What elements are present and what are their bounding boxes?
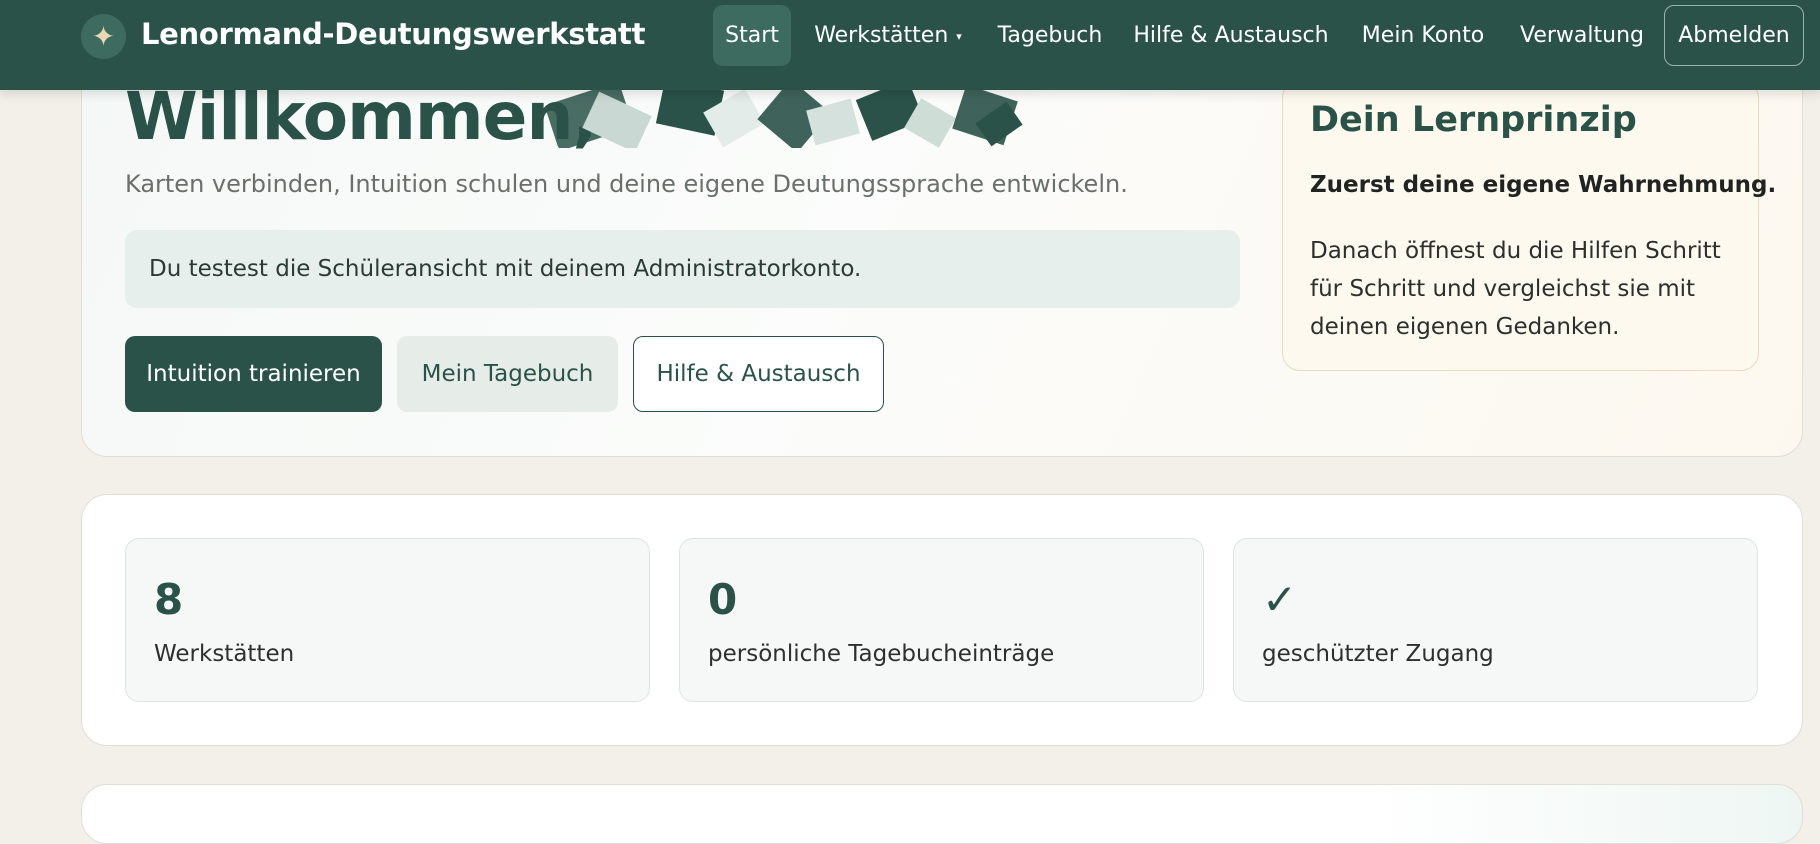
- nav-help-label: Hilfe & Austausch: [1133, 23, 1329, 48]
- learning-principle-lead: Zuerst deine eigene Wahrnehmung.: [1310, 172, 1777, 198]
- stat-protected-access-label: geschützter Zugang: [1262, 641, 1494, 667]
- logout-label: Abmelden: [1678, 23, 1790, 48]
- help-exchange-button[interactable]: Hilfe & Austausch: [633, 336, 884, 412]
- stat-protected-access: ✓ geschützter Zugang: [1233, 538, 1758, 702]
- nav-account[interactable]: Mein Konto: [1352, 5, 1494, 66]
- my-journal-button[interactable]: Mein Tagebuch: [397, 336, 618, 412]
- nav-admin-label: Verwaltung: [1520, 23, 1644, 48]
- nav-journal-label: Tagebuch: [997, 23, 1103, 48]
- welcome-subtitle: Karten verbinden, Intuition schulen und …: [125, 170, 1128, 198]
- train-intuition-label: Intuition trainieren: [146, 361, 361, 387]
- nav-help[interactable]: Hilfe & Austausch: [1130, 5, 1332, 66]
- logout-button[interactable]: Abmelden: [1664, 5, 1804, 66]
- redacted-name: [546, 80, 1023, 148]
- admin-notice: Du testest die Schüleransicht mit deinem…: [125, 230, 1240, 308]
- top-navigation-bar: ✦ Lenormand-Deutungswerkstatt Start Werk…: [0, 0, 1820, 90]
- nav-start-label: Start: [725, 23, 779, 48]
- nav-journal[interactable]: Tagebuch: [990, 5, 1110, 66]
- my-journal-label: Mein Tagebuch: [421, 361, 594, 387]
- stat-journal-entries: 0 persönliche Tagebucheinträge: [679, 538, 1204, 702]
- nav-workshops-dropdown[interactable]: Werkstätten ▾: [803, 5, 973, 66]
- main-nav: Start Werkstätten ▾ Tagebuch Hilfe & Aus…: [0, 0, 1820, 72]
- stat-journal-entries-label: persönliche Tagebucheinträge: [708, 641, 1055, 667]
- help-exchange-label: Hilfe & Austausch: [656, 361, 861, 387]
- next-section-card: [81, 784, 1803, 844]
- nav-start[interactable]: Start: [713, 5, 791, 66]
- stat-journal-entries-value: 0: [708, 575, 738, 624]
- chevron-down-icon: ▾: [956, 30, 962, 43]
- learning-principle-text: Danach öffnest du die Hilfen Schritt für…: [1310, 238, 1721, 340]
- learning-principle-title: Dein Lernprinzip: [1310, 100, 1637, 140]
- stat-workshops-value: 8: [154, 575, 184, 624]
- stat-workshops: 8 Werkstätten: [125, 538, 650, 702]
- checkmark-icon: ✓: [1262, 575, 1298, 624]
- nav-account-label: Mein Konto: [1361, 23, 1485, 48]
- admin-notice-text: Du testest die Schüleransicht mit deinem…: [149, 256, 862, 282]
- stat-workshops-label: Werkstätten: [154, 641, 295, 667]
- train-intuition-button[interactable]: Intuition trainieren: [125, 336, 382, 412]
- nav-workshops-label: Werkstätten: [814, 23, 949, 48]
- nav-admin[interactable]: Verwaltung: [1512, 5, 1652, 66]
